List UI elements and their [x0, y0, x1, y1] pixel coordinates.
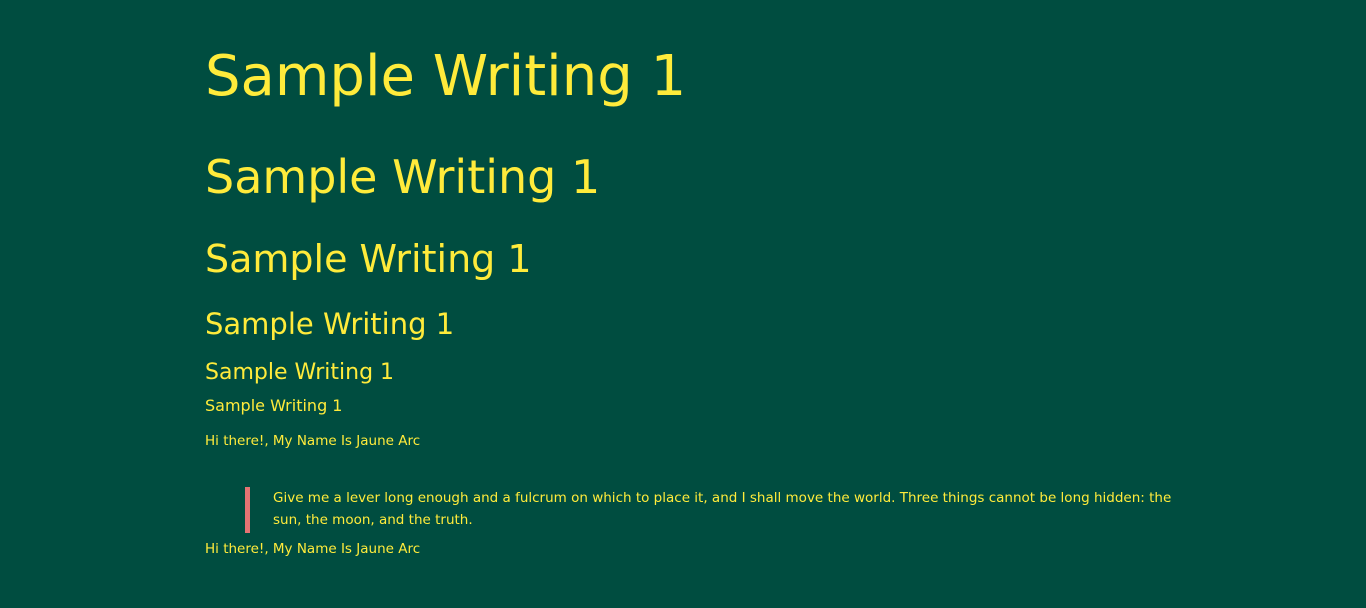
outro-paragraph: Hi there!, My Name Is Jaune Arc — [205, 541, 421, 557]
heading-2: Sample Writing 1 — [205, 150, 601, 204]
heading-5: Sample Writing 1 — [205, 360, 395, 385]
quote-text: Give me a lever long enough and a fulcru… — [273, 489, 1172, 528]
heading-6: Sample Writing 1 — [205, 396, 343, 415]
intro-paragraph: Hi there!, My Name Is Jaune Arc — [205, 433, 421, 449]
heading-4: Sample Writing 1 — [205, 307, 455, 341]
quote-block: Give me a lever long enough and a fulcru… — [245, 486, 1185, 533]
heading-3: Sample Writing 1 — [205, 237, 532, 281]
heading-1: Sample Writing 1 — [205, 44, 687, 109]
